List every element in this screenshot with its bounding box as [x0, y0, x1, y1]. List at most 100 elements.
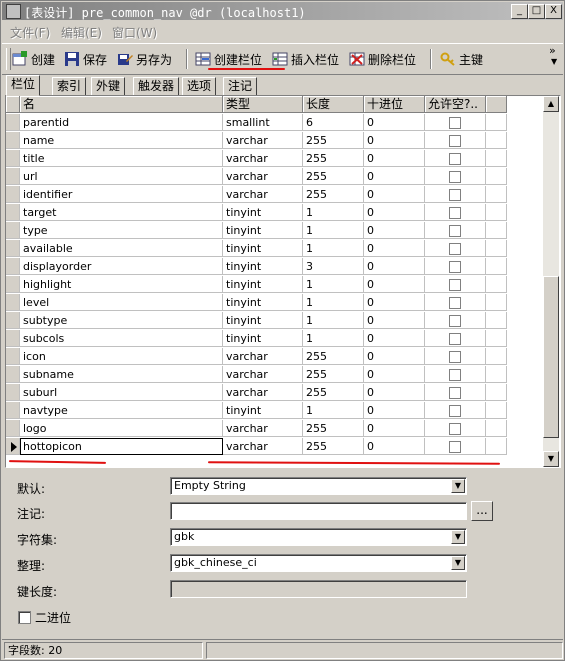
row-selector[interactable] [6, 438, 20, 455]
row-selector[interactable] [6, 222, 20, 239]
cell-type[interactable]: varchar [223, 420, 303, 437]
row-selector[interactable] [6, 114, 20, 131]
allow-null-checkbox[interactable] [449, 207, 461, 219]
cell-length[interactable]: 1 [303, 402, 364, 419]
cell-length[interactable]: 255 [303, 420, 364, 437]
cell-name[interactable]: identifier [20, 186, 223, 203]
primary-key-button[interactable]: 主键 [440, 49, 483, 69]
cell-type[interactable]: tinyint [223, 294, 303, 311]
cell-length[interactable]: 3 [303, 258, 364, 275]
cell-length[interactable]: 255 [303, 366, 364, 383]
cell-name[interactable]: available [20, 240, 223, 257]
cell-decimals[interactable]: 0 [364, 258, 425, 275]
column-header-name[interactable]: 名 [20, 96, 223, 113]
row-selector[interactable] [6, 186, 20, 203]
row-selector[interactable] [6, 330, 20, 347]
table-row[interactable]: parentid smallint 6 0 [6, 114, 507, 132]
cell-length[interactable]: 1 [303, 312, 364, 329]
table-row[interactable]: hottopicon varchar 255 0 [6, 438, 507, 456]
row-selector[interactable] [6, 366, 20, 383]
toolbar-grip[interactable] [6, 48, 11, 70]
cell-name[interactable]: suburl [20, 384, 223, 401]
table-row[interactable]: icon varchar 255 0 [6, 348, 507, 366]
tab-indexes[interactable]: 索引 [52, 77, 87, 96]
save-as-button[interactable]: 另存为 [117, 49, 172, 69]
cell-decimals[interactable]: 0 [364, 222, 425, 239]
table-row[interactable]: url varchar 255 0 [6, 168, 507, 186]
table-row[interactable]: subcols tinyint 1 0 [6, 330, 507, 348]
row-selector[interactable] [6, 276, 20, 293]
cell-decimals[interactable]: 0 [364, 438, 425, 455]
cell-name[interactable]: icon [20, 348, 223, 365]
cell-name[interactable]: target [20, 204, 223, 221]
default-select[interactable]: Empty String ▼ [170, 477, 467, 495]
chevron-down-icon[interactable]: ▼ [451, 556, 465, 570]
allow-null-checkbox[interactable] [449, 225, 461, 237]
allow-null-checkbox[interactable] [449, 135, 461, 147]
cell-name[interactable]: navtype [20, 402, 223, 419]
menu-edit[interactable]: 编辑(E) [61, 24, 102, 41]
cell-length[interactable]: 1 [303, 294, 364, 311]
column-header-allow-null[interactable]: 允许空?.. [425, 96, 486, 113]
table-row[interactable]: level tinyint 1 0 [6, 294, 507, 312]
chevron-down-icon[interactable]: ▼ [451, 530, 465, 544]
binary-checkbox[interactable] [18, 611, 31, 624]
cell-type[interactable]: tinyint [223, 312, 303, 329]
maximize-button[interactable]: □ [528, 4, 545, 19]
cell-name[interactable]: highlight [20, 276, 223, 293]
allow-null-checkbox[interactable] [449, 117, 461, 129]
cell-name[interactable]: subname [20, 366, 223, 383]
scroll-up-icon[interactable]: ▲ [543, 96, 559, 112]
scroll-down-icon[interactable]: ▼ [543, 451, 559, 467]
cell-name[interactable]: parentid [20, 114, 223, 131]
cell-type[interactable]: tinyint [223, 204, 303, 221]
create-column-button[interactable]: 创建栏位 [195, 49, 262, 69]
allow-null-checkbox[interactable] [449, 243, 461, 255]
cell-decimals[interactable]: 0 [364, 312, 425, 329]
column-header-decimals[interactable]: 十进位 [364, 96, 425, 113]
cell-name[interactable]: subcols [20, 330, 223, 347]
vertical-scrollbar[interactable]: ▲ ▼ [543, 96, 559, 467]
allow-null-checkbox[interactable] [449, 315, 461, 327]
toolbar-overflow-button[interactable]: » [549, 44, 556, 57]
allow-null-checkbox[interactable] [449, 351, 461, 363]
comment-input[interactable] [170, 502, 467, 520]
row-selector[interactable] [6, 402, 20, 419]
cell-decimals[interactable]: 0 [364, 330, 425, 347]
cell-name[interactable]: title [20, 150, 223, 167]
cell-length[interactable]: 255 [303, 438, 364, 455]
table-row[interactable]: name varchar 255 0 [6, 132, 507, 150]
cell-type[interactable]: varchar [223, 186, 303, 203]
insert-column-button[interactable]: 插入栏位 [272, 49, 339, 69]
toolbar-dropdown-icon[interactable]: ▼ [551, 57, 557, 66]
cell-type[interactable]: varchar [223, 348, 303, 365]
cell-name[interactable]: url [20, 168, 223, 185]
delete-column-button[interactable]: 删除栏位 [349, 49, 416, 69]
cell-length[interactable]: 255 [303, 186, 364, 203]
cell-length[interactable]: 1 [303, 204, 364, 221]
cell-decimals[interactable]: 0 [364, 168, 425, 185]
cell-name[interactable]: displayorder [20, 258, 223, 275]
table-row[interactable]: identifier varchar 255 0 [6, 186, 507, 204]
table-row[interactable]: subtype tinyint 1 0 [6, 312, 507, 330]
table-row[interactable]: displayorder tinyint 3 0 [6, 258, 507, 276]
tab-foreign-keys[interactable]: 外键 [91, 77, 126, 96]
cell-type[interactable]: varchar [223, 132, 303, 149]
menu-window[interactable]: 窗口(W) [112, 24, 157, 41]
allow-null-checkbox[interactable] [449, 297, 461, 309]
allow-null-checkbox[interactable] [449, 153, 461, 165]
table-row[interactable]: suburl varchar 255 0 [6, 384, 507, 402]
save-button[interactable]: 保存 [64, 49, 107, 69]
row-selector[interactable] [6, 204, 20, 221]
cell-type[interactable]: tinyint [223, 258, 303, 275]
minimize-button[interactable]: _ [511, 4, 528, 19]
cell-type[interactable]: smallint [223, 114, 303, 131]
cell-name[interactable]: type [20, 222, 223, 239]
cell-length[interactable]: 6 [303, 114, 364, 131]
cell-length[interactable]: 255 [303, 132, 364, 149]
allow-null-checkbox[interactable] [449, 405, 461, 417]
tab-triggers[interactable]: 触发器 [133, 77, 180, 96]
table-row[interactable]: subname varchar 255 0 [6, 366, 507, 384]
comment-ellipsis-button[interactable]: ... [471, 501, 493, 521]
cell-decimals[interactable]: 0 [364, 186, 425, 203]
